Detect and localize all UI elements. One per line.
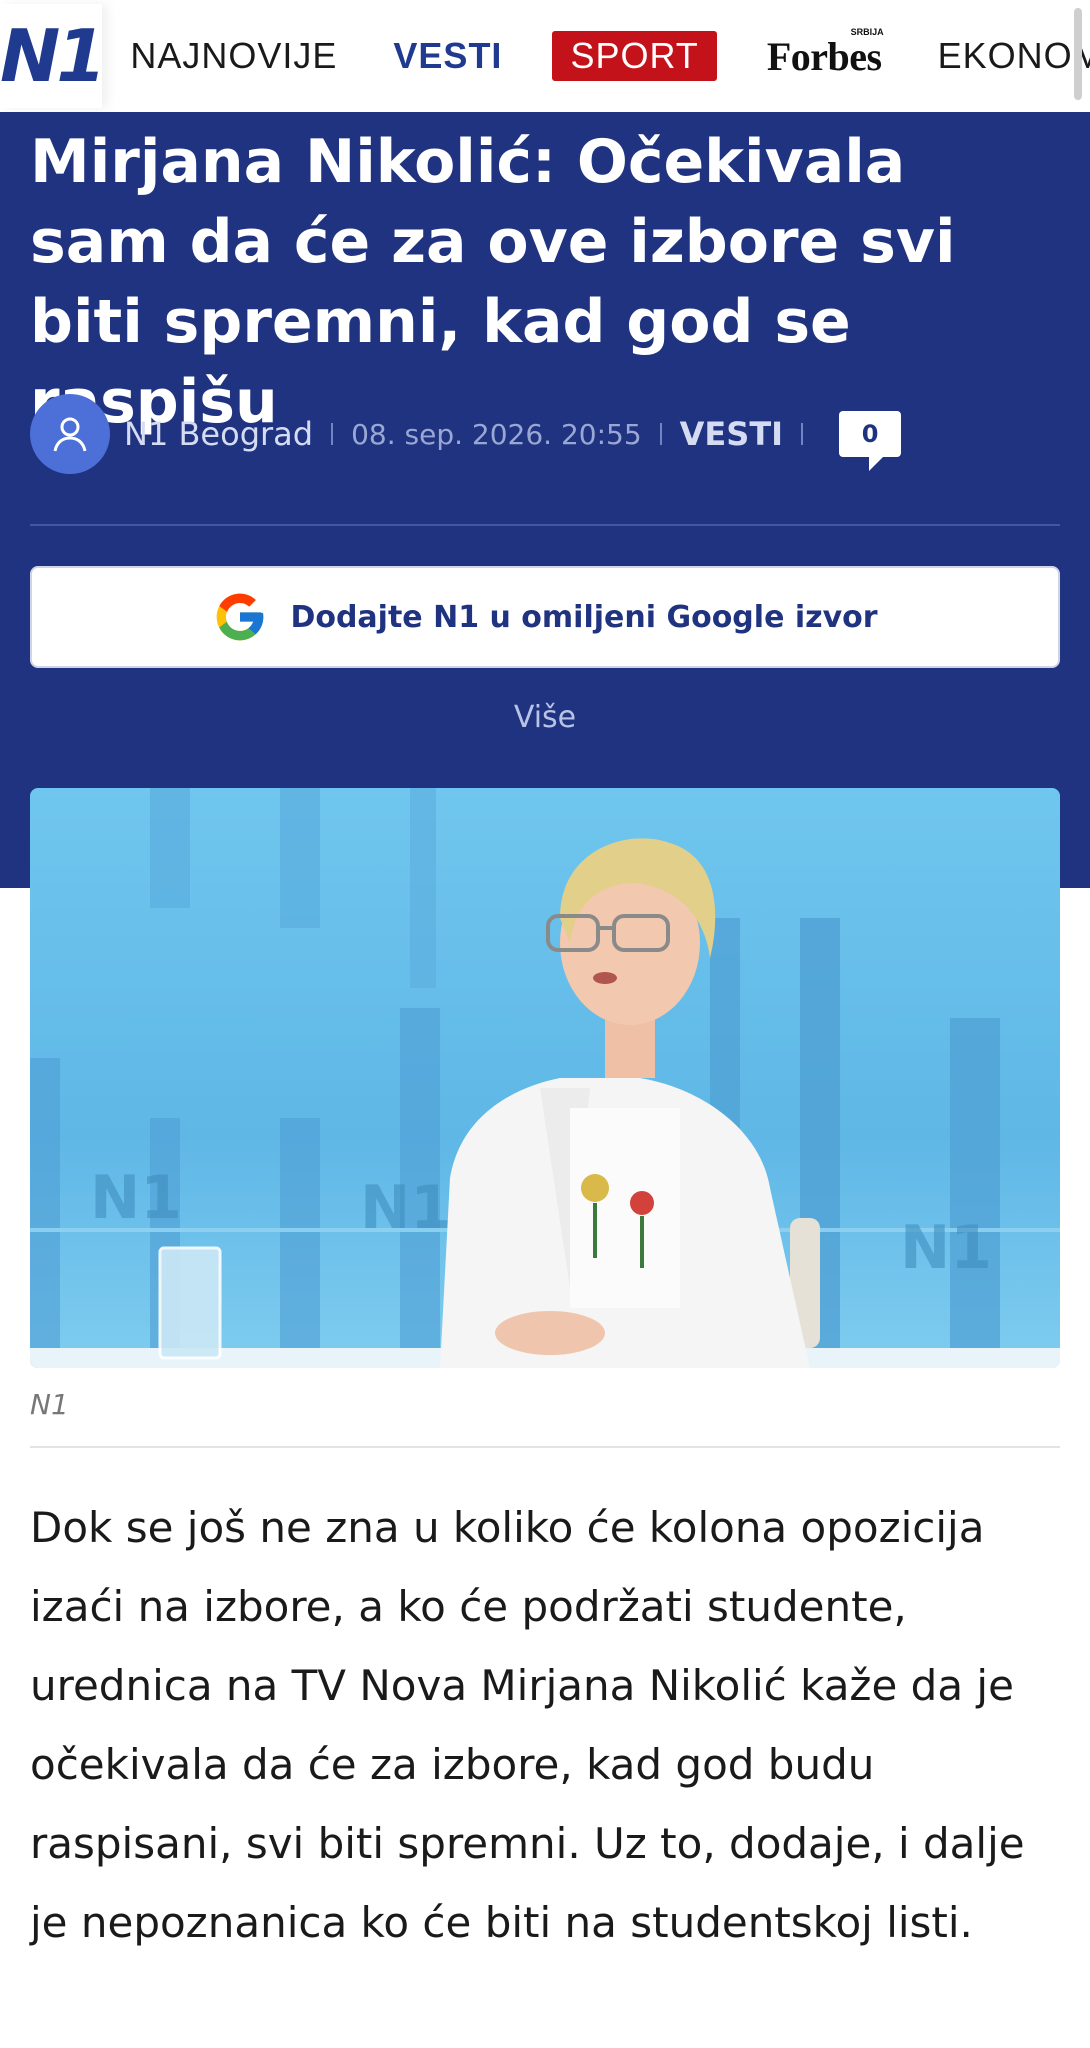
- article-lead-paragraph: Dok se još ne zna u koliko će kolona opo…: [30, 1503, 1025, 1947]
- article-photo[interactable]: N1 N1 N1: [30, 788, 1060, 1368]
- article-category[interactable]: VESTI: [680, 415, 783, 453]
- photo-watermark: N1: [90, 1163, 182, 1233]
- nav-item-najnovije[interactable]: NAJNOVIJE: [102, 35, 365, 77]
- meta-separator: [331, 423, 334, 445]
- photo-caption: N1: [30, 1388, 69, 1421]
- add-google-source-label: Dodajte N1 u omiljeni Google izvor: [290, 599, 878, 635]
- photo-watermark: N1: [360, 1173, 452, 1243]
- forbes-logo-text: Forbes: [766, 33, 882, 79]
- n1-logo[interactable]: N1: [0, 4, 106, 108]
- publish-date: 08. sep. 2026. 20:55: [351, 417, 642, 451]
- more-link[interactable]: Više: [0, 700, 1090, 735]
- forbes-region-label: SRBIJA: [850, 26, 884, 37]
- comment-count-badge[interactable]: 0: [839, 411, 902, 471]
- meta-separator: [801, 423, 804, 445]
- scrollbar[interactable]: [1074, 8, 1082, 100]
- caption-divider: [30, 1446, 1060, 1448]
- google-g-icon: [217, 593, 264, 641]
- add-google-source-button[interactable]: Dodajte N1 u omiljeni Google izvor: [30, 566, 1060, 668]
- meta-separator: [659, 423, 662, 445]
- nav-item-vesti[interactable]: VESTI: [365, 35, 530, 77]
- nav-item-ekonomija[interactable]: EKONOMIJA: [910, 35, 1090, 77]
- logo-text: N1: [0, 14, 106, 98]
- header-divider: [30, 524, 1060, 526]
- nav-menu: NAJNOVIJE VESTI SPORT Forbes SRBIJA EKON…: [102, 27, 1090, 81]
- article-meta: N1 Beograd 08. sep. 2026. 20:55 VESTI 0: [30, 394, 902, 474]
- nav-item-sport[interactable]: SPORT: [552, 31, 717, 81]
- studio-photo-illustration: N1 N1 N1: [30, 788, 1060, 1368]
- user-icon: [53, 417, 87, 452]
- photo-watermark: N1: [900, 1213, 992, 1283]
- top-navigation: N1 NAJNOVIJE VESTI SPORT Forbes SRBIJA E…: [0, 0, 1090, 112]
- nav-item-forbes[interactable]: Forbes SRBIJA: [739, 27, 910, 80]
- author-name[interactable]: N1 Beograd: [124, 415, 313, 453]
- author-avatar[interactable]: [30, 394, 110, 474]
